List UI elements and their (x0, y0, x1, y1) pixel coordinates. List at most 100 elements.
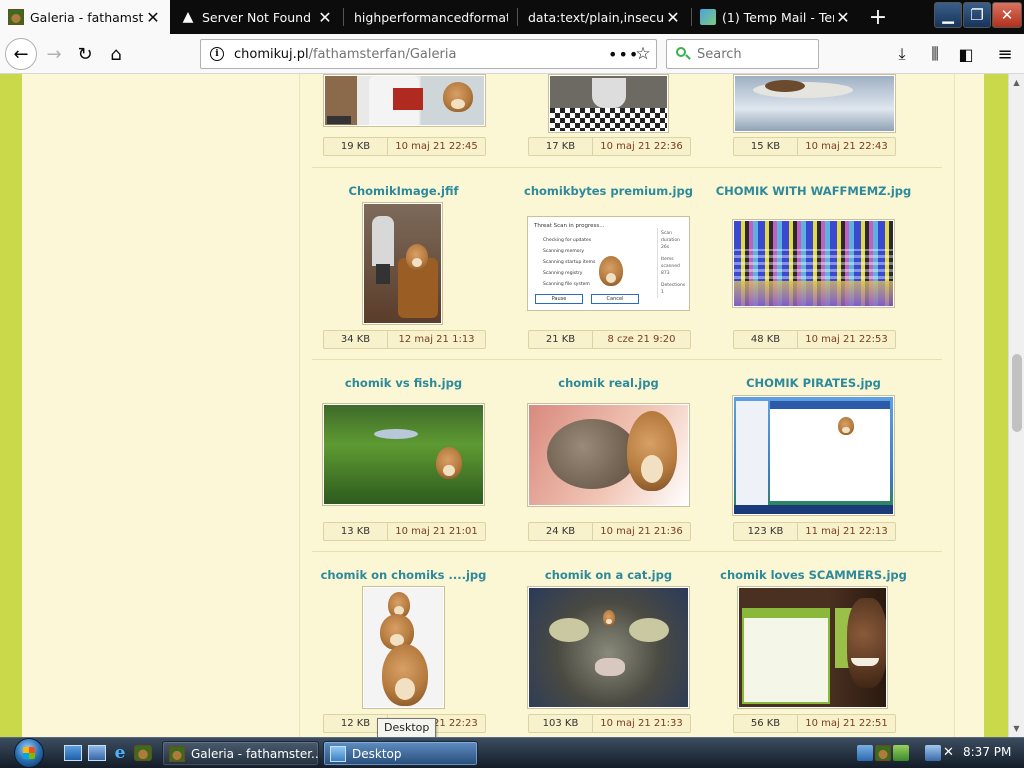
tab-server-not-found[interactable]: ▲ Server Not Found ✕ (172, 0, 342, 34)
file-name-link[interactable]: chomikbytes premium.jpg (506, 184, 711, 198)
tray-network-icon[interactable] (893, 745, 909, 761)
file-info-bar: 19 KB 10 maj 21 22:45 (323, 137, 486, 156)
start-button[interactable] (8, 738, 50, 768)
scan-item: Scanning registry (543, 271, 583, 276)
tray-hamster-icon[interactable] (875, 745, 891, 761)
thumbnail-chomik-vs-fish[interactable] (322, 403, 485, 506)
file-name-link[interactable]: chomik loves SCAMMERS.jpg (711, 568, 916, 582)
back-button[interactable]: ← (5, 38, 37, 70)
file-info-bar: 123 KB 11 maj 21 22:13 (733, 522, 896, 541)
navigation-toolbar: ← → ↻ ⌂ i chomikuj.pl/fathamsterfan/Gale… (0, 34, 1024, 74)
file-info-bar: 15 KB 10 maj 21 22:43 (733, 137, 896, 156)
close-tab-icon[interactable]: ✕ (664, 8, 682, 27)
tab-galeria[interactable]: Galeria - fathamsterfa ✕ (0, 0, 170, 34)
thumbnail-chomikimage[interactable] (362, 202, 443, 325)
downloads-icon[interactable]: ⤓ (890, 42, 914, 66)
thumbnail-chomik-real[interactable] (527, 403, 690, 507)
show-desktop-icon[interactable] (64, 745, 82, 761)
scan-cancel-button: Cancel (591, 294, 639, 304)
internet-explorer-icon[interactable]: e (111, 743, 129, 763)
scroll-down-arrow-icon[interactable]: ▼ (1009, 720, 1024, 736)
hamster-app-icon[interactable] (134, 745, 152, 761)
system-clock[interactable]: 8:37 PM (963, 745, 1011, 759)
scan-title: Threat Scan in progress... (534, 223, 605, 229)
search-bar[interactable] (666, 39, 819, 69)
row-separator (312, 551, 942, 552)
minimize-window-button[interactable]: ▁ (934, 2, 962, 28)
file-date: 10 maj 21 22:45 (395, 141, 478, 152)
thumbnail-toilet-hamster[interactable] (548, 74, 669, 133)
tab-title: data:text/plain,insecure-p (528, 9, 664, 25)
file-info-bar: 48 KB 10 maj 21 22:53 (733, 330, 896, 349)
reload-button[interactable]: ↻ (71, 40, 99, 68)
scrollbar-thumb[interactable] (1012, 354, 1022, 432)
page-viewport: 19 KB 10 maj 21 22:45 17 KB 10 maj 21 22… (0, 74, 1008, 737)
home-button[interactable]: ⌂ (102, 40, 130, 68)
tab-data-text[interactable]: data:text/plain,insecure-p ✕ (518, 0, 690, 34)
vertical-scrollbar[interactable]: ▲ ▼ (1008, 74, 1024, 737)
scroll-up-arrow-icon[interactable]: ▲ (1009, 74, 1024, 90)
file-info-bar: 103 KB 10 maj 21 21:33 (528, 714, 691, 733)
volume-icon[interactable]: ✕ (943, 745, 959, 761)
forward-button[interactable]: → (40, 40, 68, 68)
file-name-link[interactable]: CHOMIK PIRATES.jpg (711, 376, 916, 390)
library-icon[interactable]: ⫼ (923, 42, 947, 66)
tab-strip: Galeria - fathamsterfa ✕ ▲ Server Not Fo… (0, 0, 1024, 34)
url-bar[interactable]: i chomikuj.pl/fathamsterfan/Galeria ••• … (200, 39, 657, 69)
close-tab-icon[interactable]: ✕ (144, 8, 162, 27)
switch-windows-icon[interactable] (88, 745, 106, 761)
file-name-link[interactable]: chomik on a cat.jpg (506, 568, 711, 582)
file-size: 13 KB (324, 523, 388, 540)
scan-item: Scanning startup items (543, 260, 596, 265)
file-date: 11 maj 21 22:13 (805, 526, 888, 537)
file-info-bar: 13 KB 10 maj 21 21:01 (323, 522, 486, 541)
close-tab-icon[interactable]: ✕ (316, 8, 334, 27)
tray-monitor-icon[interactable] (925, 745, 941, 761)
file-name-link[interactable]: chomik on chomiks ....jpg (301, 568, 506, 582)
file-size: 19 KB (324, 138, 388, 155)
file-date: 10 maj 21 22:53 (805, 334, 888, 345)
taskbar-firefox-window[interactable]: Galeria - fathamster... (162, 741, 319, 766)
tab-highperformance[interactable]: highperformancedformat (344, 0, 516, 34)
tray-app-icon[interactable] (857, 745, 873, 761)
page-actions-button[interactable]: ••• (608, 45, 638, 64)
url-text[interactable]: chomikuj.pl/fathamsterfan/Galeria (234, 47, 608, 62)
thumbnail-duck-hamster[interactable] (733, 74, 896, 133)
search-icon (675, 46, 691, 62)
new-tab-button[interactable]: + (864, 3, 892, 31)
warning-icon: ▲ (182, 9, 194, 25)
thumbnail-chomikbytes[interactable]: Threat Scan in progress... Checking for … (527, 216, 690, 311)
file-date: 10 maj 21 21:01 (395, 526, 478, 537)
site-info-icon[interactable]: i (210, 47, 224, 61)
file-info-bar: 21 KB 8 cze 21 9:20 (528, 330, 691, 349)
scan-stat-value: 1 (661, 290, 664, 295)
file-size: 34 KB (324, 331, 388, 348)
file-name-link[interactable]: CHOMIK WITH WAFFMEMZ.jpg (711, 184, 916, 198)
thumbnail-waffmemz[interactable] (732, 219, 895, 308)
file-name-link[interactable]: chomik vs fish.jpg (301, 376, 506, 390)
file-name-link[interactable]: ChomikImage.jfif (301, 184, 506, 198)
search-input[interactable] (697, 46, 817, 62)
tab-title: Galeria - fathamsterfa (30, 9, 144, 25)
url-host: chomikuj.pl (234, 46, 309, 62)
taskbar-desktop-window[interactable]: Desktop (323, 741, 478, 766)
maximize-window-button[interactable]: ❐ (963, 2, 991, 28)
file-date: 10 maj 21 22:51 (805, 718, 888, 729)
file-info-bar: 34 KB 12 maj 21 1:13 (323, 330, 486, 349)
thumbnail-chomik-pirates[interactable] (732, 395, 895, 516)
thumbnail-chomik-on-chomiks[interactable] (362, 586, 445, 709)
tab-title: highperformancedformat (354, 9, 508, 25)
bookmark-star-icon[interactable]: ☆ (630, 44, 656, 64)
file-name-link[interactable]: chomik real.jpg (506, 376, 711, 390)
thumbnail-chomik-on-cat[interactable] (527, 586, 690, 709)
scan-item: Scanning file system (543, 282, 590, 287)
thumbnail-chomik-loves-scammers[interactable] (737, 586, 888, 709)
scan-stat-label: Detections (661, 283, 686, 288)
tab-temp-mail[interactable]: (1) Temp Mail - Temp ✕ (692, 0, 860, 34)
thumbnail-doctor-hamster[interactable] (323, 74, 486, 127)
close-window-button[interactable]: ✕ (992, 2, 1022, 28)
close-tab-icon[interactable]: ✕ (834, 8, 852, 27)
file-date: 12 maj 21 1:13 (398, 334, 475, 345)
hamburger-menu-icon[interactable]: ≡ (993, 42, 1017, 66)
sidebar-toggle-icon[interactable]: ◧ (954, 42, 978, 66)
